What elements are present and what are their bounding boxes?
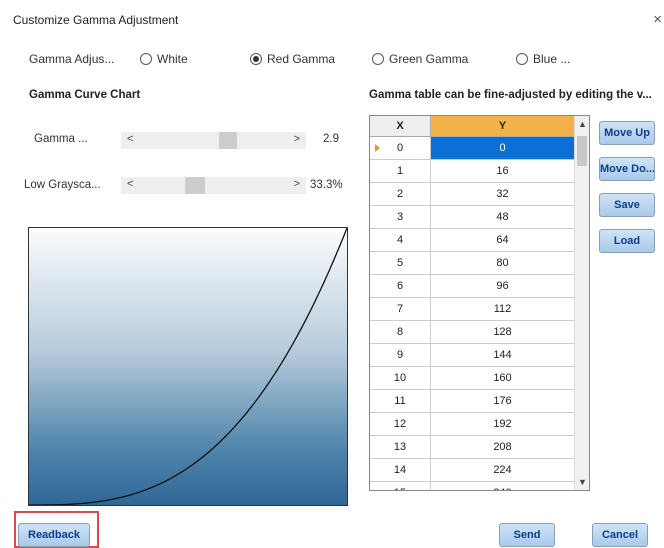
radio-blue[interactable] xyxy=(516,53,528,65)
cell-x[interactable]: 15 xyxy=(370,482,431,490)
table-scrollbar[interactable]: ▲ ▼ xyxy=(574,116,589,490)
table-row[interactable]: 8 128 xyxy=(370,321,575,344)
table-row[interactable]: 11 176 xyxy=(370,390,575,413)
save-button[interactable]: Save xyxy=(599,193,655,217)
radio-white-label[interactable]: White xyxy=(157,52,188,66)
column-header-y[interactable]: Y xyxy=(431,116,575,137)
scroll-up-icon[interactable]: ▲ xyxy=(578,119,587,129)
move-up-button[interactable]: Move Up xyxy=(599,121,655,145)
column-header-x[interactable]: X xyxy=(370,116,431,137)
cell-y[interactable]: 112 xyxy=(431,298,575,321)
table-row[interactable]: 5 80 xyxy=(370,252,575,275)
cell-x[interactable]: 6 xyxy=(370,275,431,298)
title-bar: Customize Gamma Adjustment × xyxy=(0,0,664,40)
cell-y[interactable]: 96 xyxy=(431,275,575,298)
low-grayscale-right-arrow[interactable]: > xyxy=(294,178,300,190)
close-icon[interactable]: × xyxy=(653,11,662,28)
cell-y[interactable]: 128 xyxy=(431,321,575,344)
cell-y[interactable]: 176 xyxy=(431,390,575,413)
cell-x[interactable]: 2 xyxy=(370,183,431,206)
cell-y[interactable]: 32 xyxy=(431,183,575,206)
radio-red-gamma[interactable] xyxy=(250,53,262,65)
cell-y[interactable]: 224 xyxy=(431,459,575,482)
cell-x[interactable]: 1 xyxy=(370,160,431,183)
gamma-mode-label: Gamma Adjus... xyxy=(29,52,115,66)
load-button[interactable]: Load xyxy=(599,229,655,253)
table-row[interactable]: 12 192 xyxy=(370,413,575,436)
table-row[interactable]: 3 48 xyxy=(370,206,575,229)
radio-green-gamma-label[interactable]: Green Gamma xyxy=(389,52,468,66)
table-row[interactable]: 9 144 xyxy=(370,344,575,367)
low-grayscale-slider[interactable]: < > xyxy=(121,177,306,194)
radio-white[interactable] xyxy=(140,53,152,65)
scroll-down-icon[interactable]: ▼ xyxy=(578,477,587,487)
low-grayscale-left-arrow[interactable]: < xyxy=(127,178,133,190)
table-row[interactable]: 2 32 xyxy=(370,183,575,206)
cell-y[interactable]: 16 xyxy=(431,160,575,183)
cell-x[interactable]: 10 xyxy=(370,367,431,390)
gamma-table-title: Gamma table can be fine-adjusted by edit… xyxy=(369,89,652,101)
cell-x[interactable]: 8 xyxy=(370,321,431,344)
curve-chart-title: Gamma Curve Chart xyxy=(29,89,141,101)
table-row[interactable]: 10 160 xyxy=(370,367,575,390)
gamma-mode-row: Gamma Adjus... White Red Gamma Green Gam… xyxy=(0,48,664,72)
scroll-thumb[interactable] xyxy=(577,136,587,166)
cell-y[interactable]: 144 xyxy=(431,344,575,367)
move-down-button[interactable]: Move Do... xyxy=(599,157,655,181)
window-title: Customize Gamma Adjustment xyxy=(13,13,179,27)
cell-y[interactable]: 80 xyxy=(431,252,575,275)
gamma-curve-chart xyxy=(28,227,348,506)
cell-x[interactable]: 14 xyxy=(370,459,431,482)
table-row[interactable]: 00 xyxy=(370,137,575,160)
cell-y[interactable]: 192 xyxy=(431,413,575,436)
low-grayscale-label: Low Grayscа... xyxy=(24,179,101,191)
gamma-slider[interactable]: < > xyxy=(121,132,306,149)
gamma-slider-thumb[interactable] xyxy=(219,132,238,149)
table-row[interactable]: 15240 xyxy=(370,482,575,490)
radio-blue-label[interactable]: Blue ... xyxy=(533,52,570,66)
cell-x[interactable]: 4 xyxy=(370,229,431,252)
gamma-curve-svg xyxy=(29,228,347,505)
readback-button[interactable]: Readback xyxy=(18,523,90,547)
table-row[interactable]: 13 208 xyxy=(370,436,575,459)
table-row[interactable]: 6 96 xyxy=(370,275,575,298)
send-button[interactable]: Send xyxy=(499,523,555,547)
table-row[interactable]: 7 112 xyxy=(370,298,575,321)
gamma-value: 2.9 xyxy=(323,133,339,145)
gamma-curve-line xyxy=(29,228,347,505)
cell-y[interactable]: 160 xyxy=(431,367,575,390)
cancel-button[interactable]: Cancel xyxy=(592,523,648,547)
table-row[interactable]: 4 64 xyxy=(370,229,575,252)
radio-green-gamma[interactable] xyxy=(372,53,384,65)
cell-x[interactable]: 0 xyxy=(370,137,431,160)
low-grayscale-value: 33.3% xyxy=(310,179,343,191)
cell-x[interactable]: 3 xyxy=(370,206,431,229)
table-header: X Y xyxy=(370,116,575,137)
cell-x[interactable]: 11 xyxy=(370,390,431,413)
cell-y[interactable]: 64 xyxy=(431,229,575,252)
gamma-slider-right-arrow[interactable]: > xyxy=(294,133,300,145)
cell-x[interactable]: 12 xyxy=(370,413,431,436)
radio-red-gamma-label[interactable]: Red Gamma xyxy=(267,52,335,66)
gamma-slider-left-arrow[interactable]: < xyxy=(127,133,133,145)
low-grayscale-thumb[interactable] xyxy=(185,177,206,194)
cell-y[interactable]: 0 xyxy=(431,137,575,160)
table-row[interactable]: 1 16 xyxy=(370,160,575,183)
cell-x[interactable]: 5 xyxy=(370,252,431,275)
gamma-table[interactable]: X Y 0 0 1 16 2 32 3 48 4 64 5 80 6 96 7 112 8 128 9 144 10 16… xyxy=(369,115,590,491)
cell-x[interactable]: 7 xyxy=(370,298,431,321)
cell-y[interactable]: 208 xyxy=(431,436,575,459)
cell-y[interactable]: 240 xyxy=(431,482,575,490)
table-row[interactable]: 14 224 xyxy=(370,459,575,482)
cell-x[interactable]: 9 xyxy=(370,344,431,367)
cell-y[interactable]: 48 xyxy=(431,206,575,229)
gamma-slider-label: Gamma ... xyxy=(34,133,88,145)
gamma-dialog: Customize Gamma Adjustment × Gamma Adjus… xyxy=(0,0,664,548)
cell-x[interactable]: 13 xyxy=(370,436,431,459)
